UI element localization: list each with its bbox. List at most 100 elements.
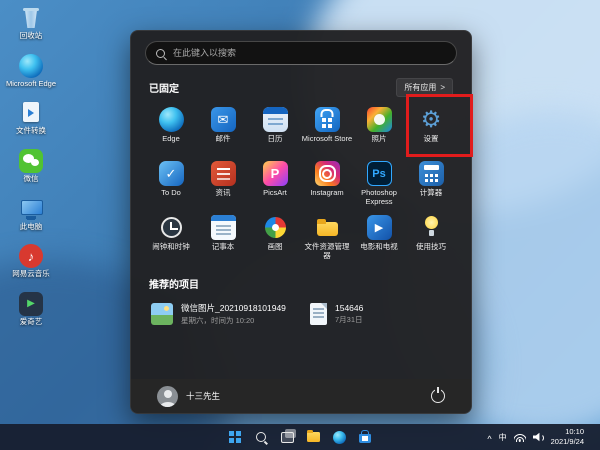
system-tray: ^ 中 10:10 2021/9/24 — [487, 427, 600, 447]
desktop-icon-file-convert[interactable]: 文件转换 — [4, 101, 58, 136]
play-icon — [19, 292, 43, 316]
app-label: 画图 — [268, 243, 283, 252]
windows-logo-icon — [229, 431, 241, 443]
user-name[interactable]: 十三先生 — [186, 390, 220, 402]
desktop-icon-music[interactable]: 网易云音乐 — [4, 244, 58, 279]
app-label: Microsoft Store — [302, 135, 352, 144]
desktop-icon-column: 回收站 Microsoft Edge 文件转换 微信 此电脑 网易云音乐 爱奇艺 — [4, 6, 58, 326]
recommended-item-text: 154646 7月31日 — [335, 303, 363, 325]
store-button[interactable] — [355, 427, 375, 447]
start-menu: 已固定 所有应用 > Edge 邮件 日历 Microsoft Store — [130, 30, 472, 414]
pinned-app-paint[interactable]: 画图 — [249, 212, 301, 266]
recommended-title: 推荐的项目 — [149, 276, 453, 291]
notepad-icon — [211, 215, 236, 240]
settings-gear-icon — [419, 107, 444, 132]
pinned-app-file-explorer[interactable]: 文件资源管理器 — [301, 212, 353, 266]
movies-tv-icon — [367, 215, 392, 240]
clock-time: 10:10 — [565, 427, 584, 437]
recommended-item-title: 154646 — [335, 303, 363, 313]
app-label: 计算器 — [420, 189, 443, 198]
pinned-app-photoshop-express[interactable]: Photoshop Express — [353, 158, 405, 212]
edge-icon — [19, 54, 43, 78]
pinned-header: 已固定 所有应用 > — [145, 78, 457, 97]
search-icon — [256, 432, 266, 442]
app-label: 照片 — [372, 135, 387, 144]
clock-icon — [159, 215, 184, 240]
app-label: 记事本 — [212, 243, 235, 252]
app-label: Photoshop Express — [353, 189, 405, 206]
desktop-icon-this-pc[interactable]: 此电脑 — [4, 197, 58, 232]
app-label: Instagram — [310, 189, 343, 198]
edge-icon — [159, 107, 184, 132]
pinned-app-store[interactable]: Microsoft Store — [301, 104, 353, 158]
power-button[interactable] — [431, 389, 445, 403]
pinned-app-news[interactable]: 资讯 — [197, 158, 249, 212]
desktop-icon-recycle-bin[interactable]: 回收站 — [4, 6, 58, 41]
pinned-app-photos[interactable]: 照片 — [353, 104, 405, 158]
store-icon — [359, 434, 371, 443]
desktop-icon-wechat[interactable]: 微信 — [4, 149, 58, 184]
pinned-app-notepad[interactable]: 记事本 — [197, 212, 249, 266]
desktop-icon-video-app[interactable]: 爱奇艺 — [4, 292, 58, 327]
pinned-app-settings[interactable]: 设置 — [405, 104, 457, 158]
desktop-icon-label: 回收站 — [20, 32, 43, 41]
app-label: To Do — [161, 189, 181, 198]
app-label: 日历 — [268, 135, 283, 144]
recommended-grid: 微信图片_20210918101949 星期六，时间为 10:20 154646… — [145, 297, 457, 331]
recommended-item[interactable]: 154646 7月31日 — [304, 297, 457, 331]
volume-icon[interactable] — [533, 432, 544, 442]
all-apps-button[interactable]: 所有应用 > — [396, 78, 453, 97]
desktop-icon-label: Microsoft Edge — [6, 80, 56, 89]
recycle-bin-icon — [19, 6, 43, 30]
tray-expand-button[interactable]: ^ — [487, 435, 491, 444]
desktop-icon-edge[interactable]: Microsoft Edge — [4, 54, 58, 89]
todo-icon — [159, 161, 184, 186]
pinned-app-movies-tv[interactable]: 电影和电视 — [353, 212, 405, 266]
network-icon[interactable] — [514, 433, 526, 442]
app-label: 设置 — [424, 135, 439, 144]
start-button[interactable] — [225, 427, 245, 447]
task-view-button[interactable] — [277, 427, 297, 447]
pinned-app-todo[interactable]: To Do — [145, 158, 197, 212]
news-icon — [211, 161, 236, 186]
user-avatar[interactable] — [157, 386, 178, 407]
all-apps-label: 所有应用 — [404, 82, 436, 93]
recommended-item-title: 微信图片_20210918101949 — [181, 302, 286, 314]
pinned-app-tips[interactable]: 使用技巧 — [405, 212, 457, 266]
mail-icon — [211, 107, 236, 132]
recommended-item-subtitle: 星期六，时间为 10:20 — [181, 315, 286, 326]
edge-button[interactable] — [329, 427, 349, 447]
pinned-app-mail[interactable]: 邮件 — [197, 104, 249, 158]
desktop-icon-label: 网易云音乐 — [12, 270, 50, 279]
pinned-app-instagram[interactable]: Instagram — [301, 158, 353, 212]
photos-icon — [367, 107, 392, 132]
calendar-icon — [263, 107, 288, 132]
edge-icon — [333, 431, 346, 444]
task-view-icon — [281, 432, 294, 443]
desktop: 回收站 Microsoft Edge 文件转换 微信 此电脑 网易云音乐 爱奇艺 — [0, 0, 600, 450]
search-input[interactable] — [171, 47, 446, 59]
recommended-item-subtitle: 7月31日 — [335, 314, 363, 325]
pinned-app-calendar[interactable]: 日历 — [249, 104, 301, 158]
start-search-box[interactable] — [145, 41, 457, 65]
monitor-icon — [19, 197, 43, 221]
file-explorer-button[interactable] — [303, 427, 323, 447]
pinned-app-alarms[interactable]: 闹钟和时钟 — [145, 212, 197, 266]
file-convert-icon — [19, 101, 43, 125]
paint-palette-icon — [263, 215, 288, 240]
chevron-right-icon: > — [440, 83, 445, 92]
taskbar-clock[interactable]: 10:10 2021/9/24 — [551, 427, 584, 447]
app-label: 闹钟和时钟 — [152, 243, 190, 252]
taskbar-search-button[interactable] — [251, 427, 271, 447]
recommended-item-text: 微信图片_20210918101949 星期六，时间为 10:20 — [181, 302, 286, 326]
recommended-item[interactable]: 微信图片_20210918101949 星期六，时间为 10:20 — [145, 297, 298, 331]
search-icon — [156, 49, 165, 58]
pinned-app-edge[interactable]: Edge — [145, 104, 197, 158]
app-label: 使用技巧 — [416, 243, 446, 252]
pinned-app-picsart[interactable]: PicsArt — [249, 158, 301, 212]
pinned-app-calculator[interactable]: 计算器 — [405, 158, 457, 212]
wechat-icon — [19, 149, 43, 173]
input-method-indicator[interactable]: 中 — [499, 432, 507, 443]
taskbar: ^ 中 10:10 2021/9/24 — [0, 424, 600, 450]
desktop-icon-label: 文件转换 — [16, 127, 46, 136]
